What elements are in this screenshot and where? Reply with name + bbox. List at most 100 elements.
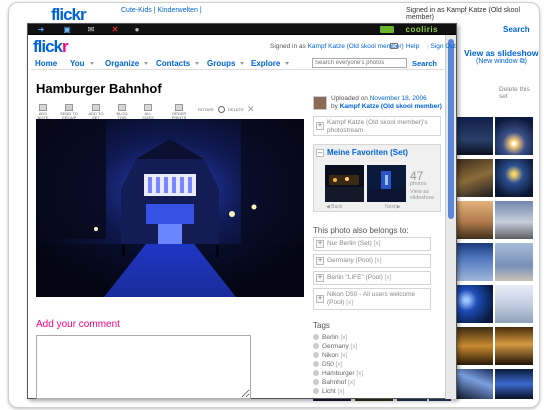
remove-link[interactable]: [x] <box>340 352 347 359</box>
rotate-button[interactable]: ROTATE <box>196 108 216 112</box>
remove-link[interactable]: [x] <box>356 370 363 377</box>
nav-home[interactable]: Home <box>35 59 57 68</box>
scrollbar-thumb[interactable] <box>448 39 454 219</box>
grid-thumbnail[interactable] <box>495 117 533 155</box>
tag-label[interactable]: Germany <box>322 343 349 350</box>
remove-link[interactable]: [x] <box>336 361 343 368</box>
plus-icon[interactable]: + <box>316 122 324 130</box>
tag-label[interactable]: Nikon <box>322 352 339 359</box>
chevron-down-icon[interactable] <box>195 62 200 66</box>
group-item[interactable]: + Nur Berlin (Set) [x] <box>313 237 431 251</box>
grid-thumbnail[interactable] <box>455 243 493 281</box>
avatar[interactable] <box>313 96 327 110</box>
background-breadcrumb[interactable]: Cute-Kids | Kinderwelten | <box>121 7 202 14</box>
plus-icon[interactable]: + <box>316 295 324 303</box>
plus-icon[interactable]: + <box>316 257 324 265</box>
back-arrow-icon[interactable]: ➜ <box>36 25 46 34</box>
chevron-down-icon[interactable] <box>240 62 245 66</box>
search-button[interactable]: Search <box>412 59 437 68</box>
rotate-icon[interactable] <box>218 106 225 113</box>
flickr-logo[interactable]: flickr <box>33 37 69 57</box>
nav-you[interactable]: You <box>70 59 94 68</box>
grid-thumbnail[interactable] <box>455 285 493 323</box>
remove-link[interactable]: [x] <box>338 388 345 395</box>
grid-thumbnail[interactable] <box>495 159 533 197</box>
remove-link[interactable]: [x] <box>375 257 382 264</box>
grid-thumbnail[interactable] <box>455 159 493 197</box>
favorites-next-link[interactable]: Next ▶ <box>385 204 401 210</box>
tag-item[interactable]: Germany [x] <box>313 343 357 351</box>
lock-icon[interactable]: ● <box>132 25 142 34</box>
grid-thumbnail[interactable] <box>495 243 533 281</box>
grid-thumbnail[interactable] <box>455 327 493 365</box>
search-input[interactable] <box>312 58 407 68</box>
view-slideshow-link[interactable]: View as slideshow <box>464 48 539 58</box>
close-icon[interactable]: ✕ <box>110 25 120 34</box>
all-sizes-button[interactable]: ALL SIZES <box>140 104 156 120</box>
blog-this-button[interactable]: BLOG THIS <box>114 104 130 120</box>
tag-label[interactable]: D50 <box>322 361 334 368</box>
group-item[interactable]: + Berlin "LIFE" (Pool) [x] <box>313 271 431 285</box>
grid-thumbnail[interactable] <box>455 369 493 399</box>
nav-explore[interactable]: Explore <box>251 59 290 68</box>
chevron-down-icon[interactable] <box>89 62 94 66</box>
group-item[interactable]: + Germany (Pool) [x] <box>313 254 431 268</box>
chevron-down-icon[interactable] <box>285 62 290 66</box>
favorites-prev-link[interactable]: ◀ Back <box>326 204 342 210</box>
delete-button[interactable]: DELETE <box>226 108 246 112</box>
help-link[interactable]: Help <box>406 43 419 50</box>
nav-organize[interactable]: Organize <box>105 59 149 68</box>
remove-link[interactable]: [x] <box>346 299 353 306</box>
add-note-button[interactable]: ADD NOTE <box>36 104 50 120</box>
plus-icon[interactable]: + <box>316 240 324 248</box>
mail-icon[interactable] <box>390 43 398 50</box>
remove-link[interactable]: [x] <box>351 343 358 350</box>
grid-thumbnail[interactable] <box>495 285 533 323</box>
grid-thumbnail[interactable] <box>495 201 533 239</box>
main-photo[interactable] <box>36 119 304 297</box>
uploader-link[interactable]: Kampf Katze (Old skool member) <box>340 103 442 110</box>
fullscreen-icon[interactable]: ▣ <box>62 25 72 34</box>
tag-item[interactable]: Berlin [x] <box>313 334 347 342</box>
upload-date-link[interactable]: November 18, 2006 <box>370 95 427 102</box>
comment-textarea[interactable] <box>36 335 251 399</box>
grid-thumbnail[interactable] <box>495 327 533 365</box>
tag-label[interactable]: Licht <box>322 388 336 395</box>
remove-link[interactable]: [x] <box>385 274 392 281</box>
tag-item[interactable]: Licht [x] <box>313 388 344 396</box>
background-flickr-logo[interactable]: flickr <box>51 5 87 25</box>
favorites-set-title[interactable]: Meine Favoriten (Set) <box>327 148 408 157</box>
favorites-thumbnail-next[interactable] <box>367 165 406 202</box>
tag-item[interactable]: Bahnhof [x] <box>313 379 355 387</box>
email-icon[interactable]: ✉ <box>86 25 96 34</box>
new-window-link[interactable]: (New window ⧉) <box>476 58 527 66</box>
background-search-button[interactable]: Search <box>503 25 530 34</box>
tag-label[interactable]: Hamburger <box>322 370 355 377</box>
minus-icon[interactable]: – <box>316 149 324 157</box>
send-to-group-button[interactable]: SEND TO GROUP <box>60 104 78 120</box>
group-item[interactable]: + Nikon D50 - All users welcome (Pool) [… <box>313 288 431 310</box>
nav-contacts[interactable]: Contacts <box>156 59 200 68</box>
nav-groups[interactable]: Groups <box>207 59 245 68</box>
tag-item[interactable]: D50 [x] <box>313 361 343 369</box>
photostream-box[interactable]: + Kampf Katze (Old skool member)'s photo… <box>313 116 441 136</box>
delete-set-link[interactable]: Delete this set <box>499 86 539 100</box>
tag-item[interactable]: Hamburger [x] <box>313 370 363 378</box>
remove-link[interactable]: [x] <box>348 379 355 386</box>
grid-thumbnail[interactable] <box>495 369 533 399</box>
remove-link[interactable]: [x] <box>340 334 347 341</box>
delete-icon[interactable]: ✕ <box>247 104 255 115</box>
grid-thumbnail[interactable] <box>455 201 493 239</box>
favorites-thumbnail-prev[interactable] <box>325 165 364 202</box>
tag-item[interactable]: Nikon [x] <box>313 352 347 360</box>
cooliris-brand[interactable]: cooliris <box>406 25 438 34</box>
add-to-set-button[interactable]: ADD TO SET <box>88 104 104 120</box>
chevron-down-icon[interactable] <box>144 62 149 66</box>
sign-out-link[interactable]: Sign Out <box>431 43 456 50</box>
plus-icon[interactable]: + <box>316 274 324 282</box>
tag-label[interactable]: Berlin <box>322 334 339 341</box>
order-prints-button[interactable]: ORDER PRINTS <box>168 104 190 120</box>
scrollbar[interactable] <box>445 35 456 399</box>
remove-link[interactable]: [x] <box>374 240 381 247</box>
grid-thumbnail[interactable] <box>455 117 493 155</box>
